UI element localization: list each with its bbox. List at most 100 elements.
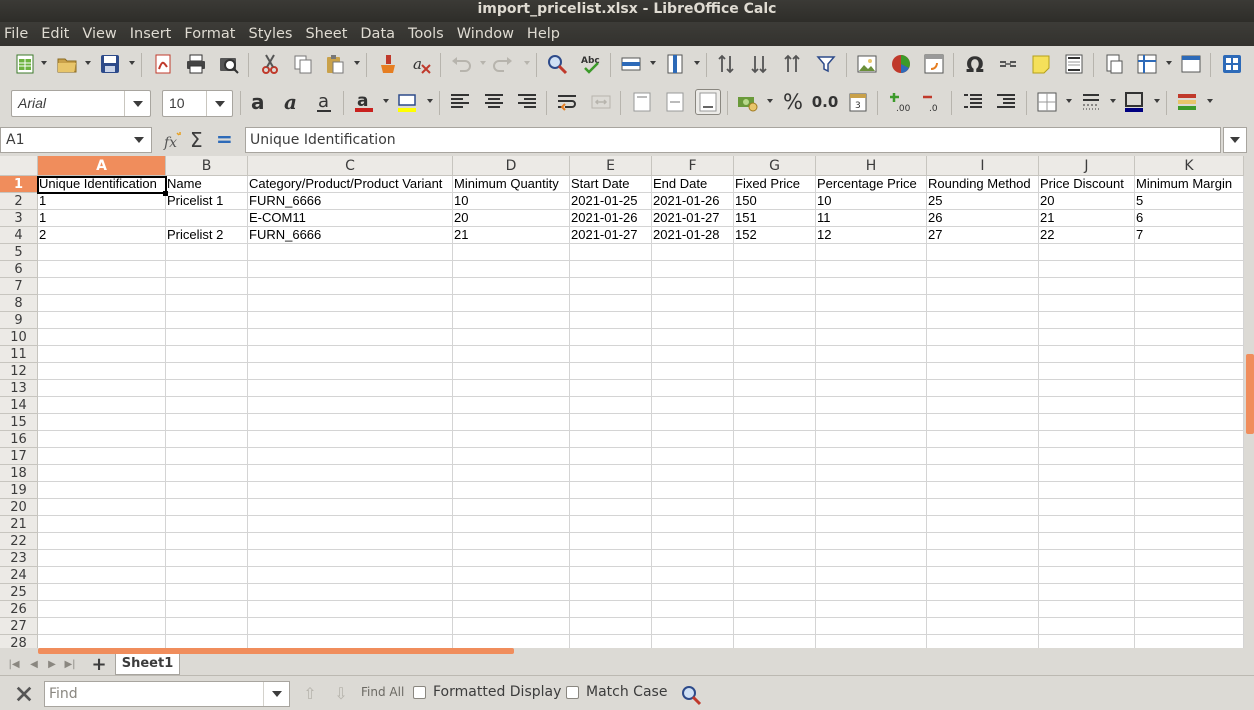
cell-i14[interactable] xyxy=(927,397,1039,414)
cell-f12[interactable] xyxy=(652,363,734,380)
cell-b24[interactable] xyxy=(166,567,248,584)
cell-k6[interactable] xyxy=(1135,261,1244,278)
cell-d21[interactable] xyxy=(453,516,570,533)
cell-c27[interactable] xyxy=(248,618,453,635)
cell-k23[interactable] xyxy=(1135,550,1244,567)
cell-j21[interactable] xyxy=(1039,516,1135,533)
cell-d17[interactable] xyxy=(453,448,570,465)
last-sheet-icon[interactable]: ▶| xyxy=(62,657,78,673)
delete-decimal-place-icon[interactable]: .0 xyxy=(919,89,945,115)
cell-k15[interactable] xyxy=(1135,414,1244,431)
cell-f9[interactable] xyxy=(652,312,734,329)
column-header[interactable]: G xyxy=(734,156,816,176)
cell-j6[interactable] xyxy=(1039,261,1135,278)
cell-b15[interactable] xyxy=(166,414,248,431)
cell-b10[interactable] xyxy=(166,329,248,346)
row-icon[interactable] xyxy=(618,51,644,77)
cell-j18[interactable] xyxy=(1039,465,1135,482)
cell-d23[interactable] xyxy=(453,550,570,567)
cell-f7[interactable] xyxy=(652,278,734,295)
cell-c4[interactable]: FURN_6666 xyxy=(248,227,453,244)
column-header[interactable]: F xyxy=(652,156,734,176)
cell-e15[interactable] xyxy=(570,414,652,431)
expand-formula-bar-icon[interactable] xyxy=(1223,127,1247,153)
cell-b7[interactable] xyxy=(166,278,248,295)
cell-b26[interactable] xyxy=(166,601,248,618)
cell-g17[interactable] xyxy=(734,448,816,465)
cell-b20[interactable] xyxy=(166,499,248,516)
cell-a20[interactable] xyxy=(38,499,166,516)
cell-c3[interactable]: E-COM11 xyxy=(248,210,453,227)
row-header[interactable]: 14 xyxy=(0,397,38,414)
cell-a21[interactable] xyxy=(38,516,166,533)
cell-h24[interactable] xyxy=(816,567,927,584)
sidebar-toggle-icon[interactable] xyxy=(1219,51,1245,77)
cell-i1[interactable]: Rounding Method xyxy=(927,176,1039,193)
cell-f17[interactable] xyxy=(652,448,734,465)
cell-h10[interactable] xyxy=(816,329,927,346)
clear-formatting-icon[interactable]: a xyxy=(408,51,434,77)
cell-a6[interactable] xyxy=(38,261,166,278)
cell-j22[interactable] xyxy=(1039,533,1135,550)
cell-d13[interactable] xyxy=(453,380,570,397)
cell-g14[interactable] xyxy=(734,397,816,414)
print-icon[interactable] xyxy=(183,51,209,77)
cell-j17[interactable] xyxy=(1039,448,1135,465)
column-header[interactable]: J xyxy=(1039,156,1135,176)
vertical-scrollbar[interactable] xyxy=(1244,156,1254,648)
cell-g19[interactable] xyxy=(734,482,816,499)
cell-f27[interactable] xyxy=(652,618,734,635)
select-all-corner[interactable] xyxy=(0,156,38,176)
cell-e2[interactable]: 2021-01-25 xyxy=(570,193,652,210)
cell-b22[interactable] xyxy=(166,533,248,550)
cell-i19[interactable] xyxy=(927,482,1039,499)
cell-e19[interactable] xyxy=(570,482,652,499)
cell-i5[interactable] xyxy=(927,244,1039,261)
cell-i26[interactable] xyxy=(927,601,1039,618)
cell-j19[interactable] xyxy=(1039,482,1135,499)
cell-j3[interactable]: 21 xyxy=(1039,210,1135,227)
cell-a15[interactable] xyxy=(38,414,166,431)
cell-a19[interactable] xyxy=(38,482,166,499)
cell-c2[interactable]: FURN_6666 xyxy=(248,193,453,210)
cell-k27[interactable] xyxy=(1135,618,1244,635)
cell-c14[interactable] xyxy=(248,397,453,414)
menu-sheet[interactable]: Sheet xyxy=(305,26,347,42)
cell-h11[interactable] xyxy=(816,346,927,363)
font-color-icon[interactable]: a xyxy=(351,89,377,115)
cell-j16[interactable] xyxy=(1039,431,1135,448)
column-header[interactable]: E xyxy=(570,156,652,176)
cell-e5[interactable] xyxy=(570,244,652,261)
cell-c10[interactable] xyxy=(248,329,453,346)
cell-e7[interactable] xyxy=(570,278,652,295)
cell-k4[interactable]: 7 xyxy=(1135,227,1244,244)
sort-ascending-icon[interactable] xyxy=(747,51,773,77)
cell-a10[interactable] xyxy=(38,329,166,346)
cell-a28[interactable] xyxy=(38,635,166,648)
sort-descending-icon[interactable] xyxy=(780,51,806,77)
cell-d24[interactable] xyxy=(453,567,570,584)
cell-e13[interactable] xyxy=(570,380,652,397)
find-previous-icon[interactable]: ⇧ xyxy=(300,684,320,704)
comment-icon[interactable] xyxy=(1028,51,1054,77)
formatted-display-checkbox[interactable] xyxy=(413,686,426,699)
cell-f16[interactable] xyxy=(652,431,734,448)
cut-icon[interactable] xyxy=(257,51,283,77)
insert-chart-icon[interactable] xyxy=(888,51,914,77)
row-header[interactable]: 10 xyxy=(0,329,38,346)
wrap-text-icon[interactable] xyxy=(554,89,580,115)
cell-h6[interactable] xyxy=(816,261,927,278)
row-header[interactable]: 18 xyxy=(0,465,38,482)
open-folder-icon[interactable] xyxy=(54,51,80,77)
first-sheet-icon[interactable]: |◀ xyxy=(6,657,22,673)
fill-handle[interactable] xyxy=(163,191,168,196)
row-header[interactable]: 20 xyxy=(0,499,38,516)
row-header[interactable]: 11 xyxy=(0,346,38,363)
cell-j25[interactable] xyxy=(1039,584,1135,601)
cell-e25[interactable] xyxy=(570,584,652,601)
copy-icon[interactable] xyxy=(290,51,316,77)
cell-h2[interactable]: 10 xyxy=(816,193,927,210)
cell-i6[interactable] xyxy=(927,261,1039,278)
cell-k11[interactable] xyxy=(1135,346,1244,363)
row-header[interactable]: 1 xyxy=(0,176,38,193)
